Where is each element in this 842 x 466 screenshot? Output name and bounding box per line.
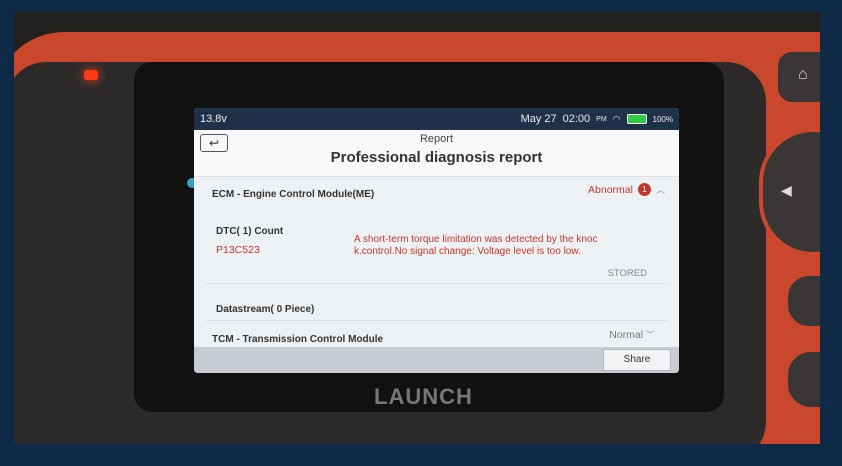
device-screen: 13.8v May 27 02:00 PM ◠ 100% ↩ Report Pr… [194,108,679,373]
voltage-readout: 13.8v [200,113,227,125]
dtc-count-label: DTC( 1) Count [216,226,284,237]
fault-count-badge: 1 [637,183,651,196]
module-row-tcm[interactable]: TCM - Transmission Control Module Normal… [194,326,679,348]
report-footer: Share [194,347,679,373]
status-time-suffix: PM [596,115,607,123]
module-name: ECM - Engine Control Module(ME) [212,189,375,200]
report-header: ↩ Report Professional diagnosis report [194,130,679,176]
share-button[interactable]: Share [603,349,671,371]
status-date: May 27 [520,113,557,125]
module-row-ecm[interactable]: ECM - Engine Control Module(ME) Abnormal… [194,176,679,211]
battery-icon [626,114,647,124]
dtc-state: STORED [607,268,647,279]
page-title: Professional diagnosis report [330,149,543,166]
module-status: Normal ﹀ [609,328,655,341]
datastream-label: Datastream( 0 Piece) [216,304,315,315]
status-time: 02:00 [562,113,591,125]
page-breadcrumb: Report [419,133,454,145]
device-brand-logo: LAUNCH [374,384,473,409]
dtc-code: P13C523 [216,244,260,256]
status-label: Normal [609,329,644,341]
left-arrow-icon: ◀ [781,182,792,198]
status-bar: 13.8v May 27 02:00 PM ◠ 100% [194,108,679,130]
status-label: Abnormal [588,183,633,196]
battery-percent: 100% [652,114,673,124]
home-icon: ⌂ [798,66,808,83]
divider [206,320,667,321]
module-status: Abnormal 1 ︿ [588,183,665,196]
wifi-icon: ◠ [612,113,621,124]
divider [206,283,667,284]
module-name: TCM - Transmission Control Module [212,334,384,345]
power-led [84,70,98,80]
round-hardware-button[interactable] [784,272,820,330]
photo-frame: ⌂ ◀ 13.8v May 27 02:00 PM ◠ 100% ↩ Repor… [14,12,820,444]
chevron-down-icon[interactable]: ﹀ [646,330,655,340]
chevron-up-icon[interactable]: ︿ [656,183,665,196]
home-hardware-button[interactable]: ⌂ [774,48,820,106]
dtc-description: A short-term torque limitation was detec… [354,234,598,257]
